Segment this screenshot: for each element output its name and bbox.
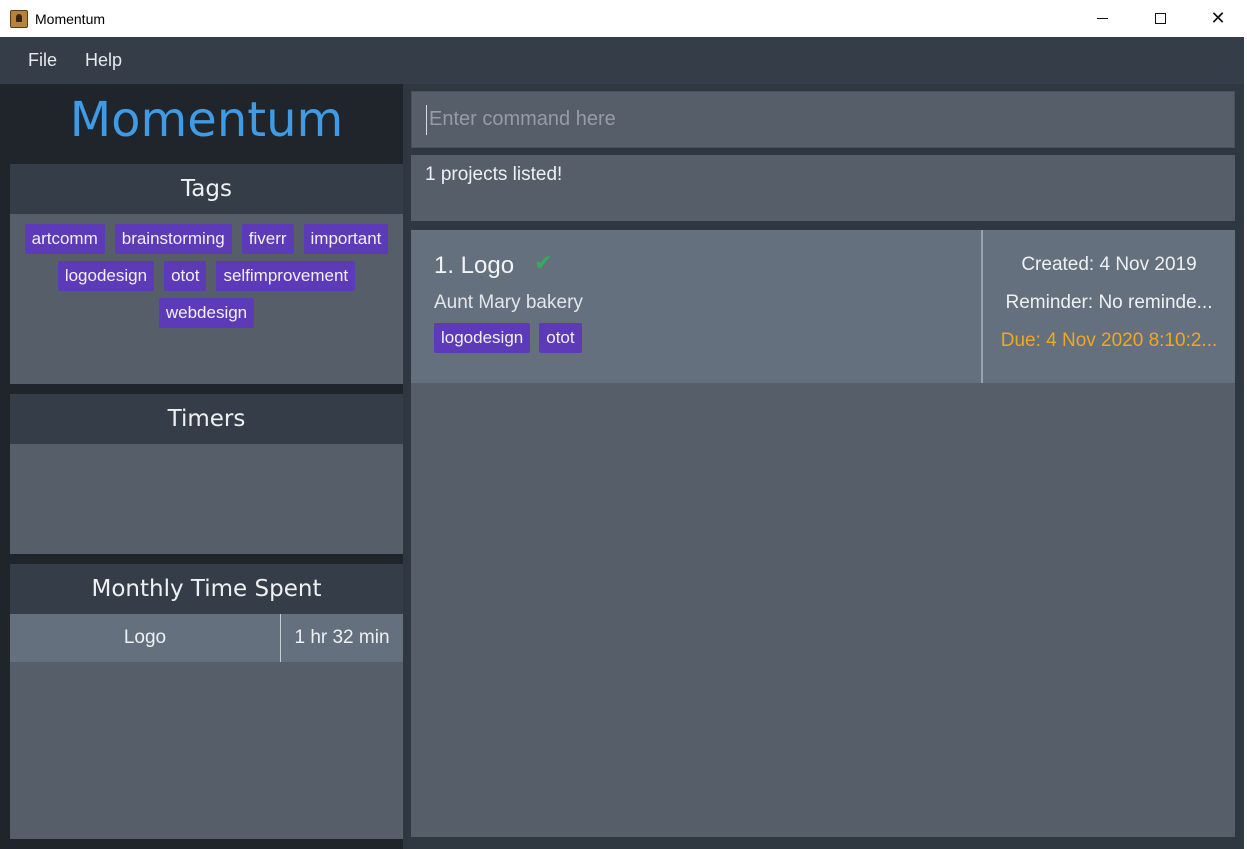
project-description: Aunt Mary bakery <box>434 292 583 313</box>
tags-panel-title: Tags <box>10 164 403 214</box>
result-text: 1 projects listed! <box>425 164 563 185</box>
tags-panel: Tags artcomm brainstorming fiverr import… <box>10 164 403 384</box>
project-title: 1. Logo <box>434 252 515 279</box>
window-title-bar: Momentum ✕ <box>0 0 1247 37</box>
window-title: Momentum <box>35 10 106 27</box>
close-icon: ✕ <box>1210 7 1226 29</box>
monthly-time-panel: Monthly Time Spent Logo 1 hr 32 min <box>10 564 403 839</box>
monthly-time-row[interactable]: Logo 1 hr 32 min <box>10 614 403 662</box>
project-card-meta: Created: 4 Nov 2019 Reminder: No reminde… <box>983 230 1235 383</box>
tag-chip: selfimprovement <box>216 261 356 291</box>
project-title-row: 1. Logo ✔ <box>434 250 981 280</box>
check-icon: ✔ <box>534 250 553 276</box>
tag-chip: important <box>303 224 389 254</box>
monthly-time-project-name: Logo <box>10 614 281 662</box>
tag-chip: otot <box>164 261 207 291</box>
project-due-date: Due: 4 Nov 2020 8:10:2... <box>1000 330 1218 351</box>
app-icon <box>10 9 28 28</box>
app-brand-title: Momentum <box>10 84 403 156</box>
project-reminder: Reminder: No reminde... <box>1005 292 1213 313</box>
project-tags: logodesign otot <box>434 323 981 353</box>
tag-chip: brainstorming <box>114 224 232 254</box>
tag-chip: fiverr <box>241 224 294 254</box>
maximize-icon <box>1154 13 1166 24</box>
result-display: 1 projects listed! <box>411 155 1235 221</box>
project-list[interactable]: 1. Logo ✔ Aunt Mary bakery logodesign ot… <box>411 230 1235 837</box>
command-box <box>411 91 1235 148</box>
monthly-time-value: 1 hr 32 min <box>294 627 390 648</box>
minimize-button[interactable] <box>1073 0 1131 37</box>
project-created-date: Created: 4 Nov 2019 <box>1021 254 1197 275</box>
tag-chip: artcomm <box>24 224 105 254</box>
menu-bar: File Help <box>0 37 1247 84</box>
command-input[interactable] <box>426 104 1234 135</box>
menu-help[interactable]: Help <box>71 50 136 71</box>
minimize-icon <box>1096 18 1108 19</box>
maximize-button[interactable] <box>1131 0 1189 37</box>
tag-chip: logodesign <box>57 261 155 291</box>
tag-chip: otot <box>539 323 582 353</box>
tag-chip: webdesign <box>158 298 255 328</box>
monthly-time-panel-title: Monthly Time Spent <box>10 564 403 614</box>
timers-panel-title: Timers <box>10 394 403 444</box>
project-card-main: 1. Logo ✔ Aunt Mary bakery logodesign ot… <box>411 230 983 383</box>
close-button[interactable]: ✕ <box>1189 0 1247 37</box>
menu-file[interactable]: File <box>14 50 71 71</box>
tags-list: artcomm brainstorming fiverr important l… <box>10 214 403 338</box>
window-controls: ✕ <box>1073 0 1247 37</box>
tag-chip: logodesign <box>434 323 531 353</box>
timers-panel: Timers <box>10 394 403 554</box>
project-card[interactable]: 1. Logo ✔ Aunt Mary bakery logodesign ot… <box>411 230 1235 383</box>
